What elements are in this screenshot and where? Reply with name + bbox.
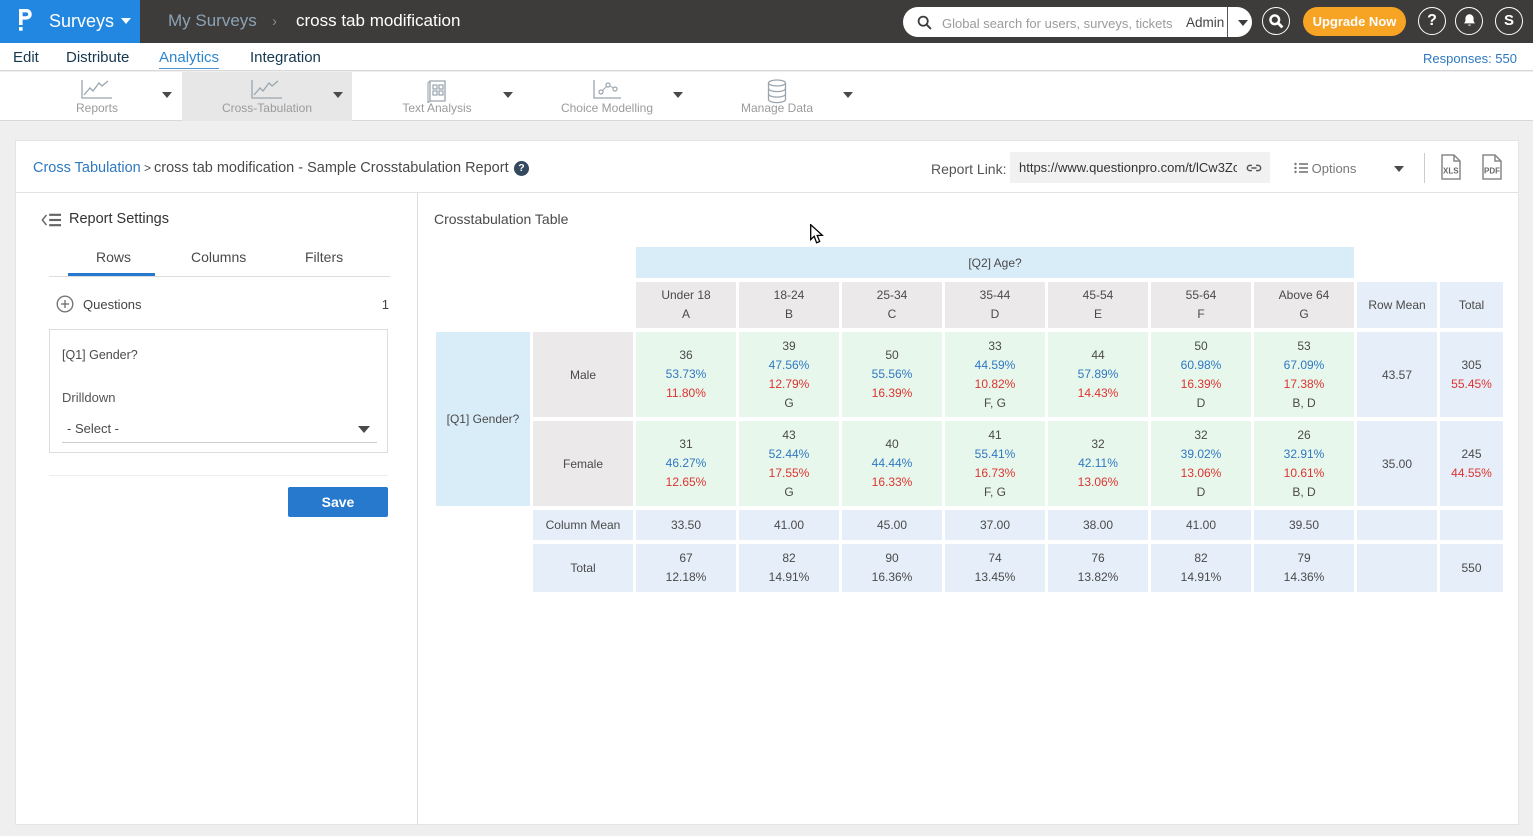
svg-text:XLS: XLS — [1443, 167, 1459, 176]
svg-text:PDF: PDF — [1484, 167, 1500, 176]
